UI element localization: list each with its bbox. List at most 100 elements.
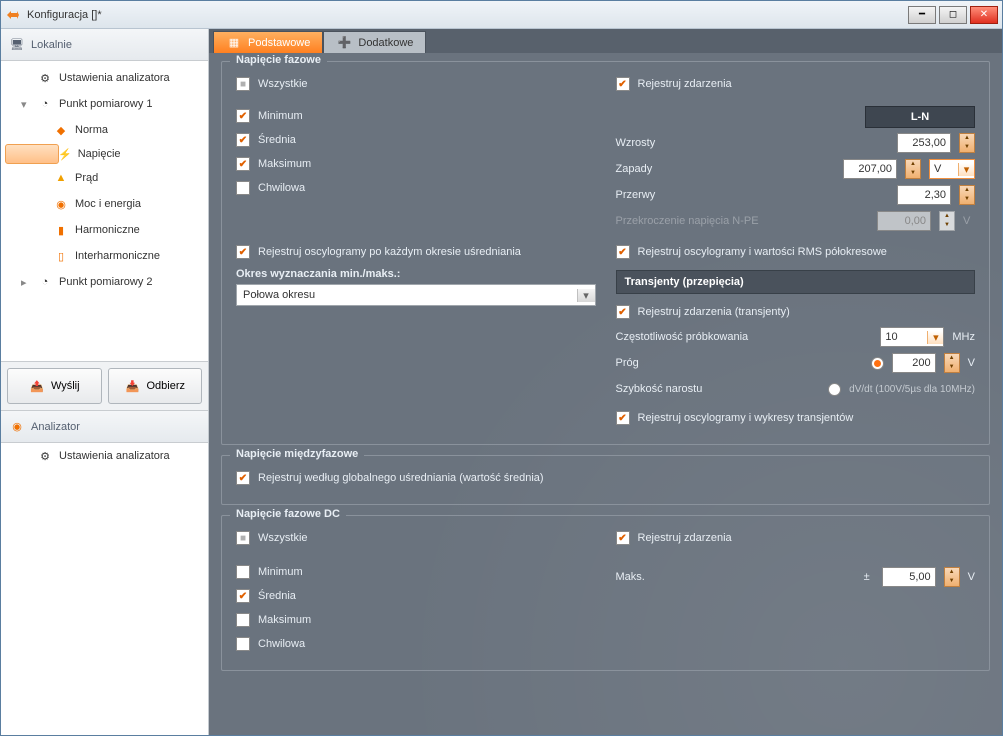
minimize-button[interactable]: ━ [908,6,936,24]
spinner[interactable]: ▲▼ [944,567,960,587]
tree-norma[interactable]: ◆ Norma [1,117,208,143]
radio-prog[interactable] [871,357,884,370]
group-legend: Napięcie międzyfazowe [230,448,364,460]
chk-minimum[interactable]: ✔ Minimum [236,104,596,128]
analyzer-header: ◉ Analizator [1,411,208,443]
tree-label: Harmoniczne [75,224,140,236]
spinner[interactable]: ▲▼ [905,159,921,179]
col-left: ■ Wszystkie ✔ Minimum ✔ Średnia [236,72,596,430]
tree-moc[interactable]: ◉ Moc i energia [1,191,208,217]
dc-chk-wszystkie[interactable]: ■ Wszystkie [236,526,596,550]
maximize-button[interactable]: ◻ [939,6,967,24]
checkbox-icon: ✔ [616,411,630,425]
group-miedzy: Napięcie międzyfazowe ✔ Rejestruj według… [221,455,990,505]
tree-pp1[interactable]: ▾ ◔ Punkt pomiarowy 1 [1,91,208,117]
przerwy-input[interactable] [897,185,951,205]
receive-icon: 📥 [124,378,140,394]
dc-col-right: ✔ Rejestruj zdarzenia Maks. ± ▲▼ V [616,526,976,656]
local-icon: 🖥 [9,37,25,53]
chk-rej-osc-rms[interactable]: ✔ Rejestruj oscylogramy i wartości RMS p… [616,240,976,264]
group-fazowe: Napięcie fazowe ■ Wszystkie ✔ Minimum [221,61,990,445]
chk-maksimum[interactable]: ✔ Maksimum [236,152,596,176]
chk-rej-global[interactable]: ✔ Rejestruj według globalnego uśredniani… [236,466,975,490]
unit-label: V [968,357,975,369]
send-button[interactable]: 📤 Wyślij [7,368,102,404]
harmonics-icon: ▮ [53,222,69,238]
tab-basic[interactable]: ▦ Podstawowe [213,31,323,53]
tree-label: Ustawienia analizatora [59,450,170,462]
app-window: Konfiguracja []* ━ ◻ ✕ 🖥 Lokalnie ⚙ Usta… [0,0,1003,736]
window-title: Konfiguracja []* [27,9,908,21]
chk-rej-osc-usr[interactable]: ✔ Rejestruj oscylogramy po każdym okresi… [236,240,596,264]
tree-prad[interactable]: ▲ Prąd [1,165,208,191]
checkbox-icon: ✔ [616,305,630,319]
row-label: Maks. [616,571,852,583]
receive-button[interactable]: 📥 Odbierz [108,368,203,404]
tree-napiecie[interactable]: ⚡ Napięcie [5,144,59,164]
checkbox-icon: ✔ [236,133,250,147]
chk-rej-trans[interactable]: ✔ Rejestruj zdarzenia (transjenty) [616,300,976,324]
chk-rej-osc-trans[interactable]: ✔ Rejestruj oscylogramy i wykresy transj… [616,406,976,430]
close-button[interactable]: ✕ [970,6,998,24]
group-legend: Napięcie fazowe [230,54,327,66]
row-npe: Przekroczenie napięcia N-PE ▲▼ V [616,208,976,234]
dc-chk-rej-zdarz[interactable]: ✔ Rejestruj zdarzenia [616,526,976,550]
wzrosty-input[interactable] [897,133,951,153]
local-header: 🖥 Lokalnie [1,29,208,61]
spinner[interactable]: ▲▼ [944,353,960,373]
tab-extra[interactable]: ➕ Dodatkowe [323,31,426,53]
chk-chwilowa[interactable]: Chwilowa [236,176,596,200]
dc-chk-srednia[interactable]: ✔ Średnia [236,584,596,608]
body: 🖥 Lokalnie ⚙ Ustawienia analizatora ▾ ◔ … [1,29,1002,735]
chk-label: Rejestruj oscylogramy i wartości RMS pół… [638,246,887,258]
chk-label: Rejestruj oscylogramy po każdym okresie … [258,246,521,258]
checkbox-icon: ■ [236,531,250,545]
chk-label: Wszystkie [258,532,308,544]
zapady-input[interactable] [843,159,897,179]
czest-select[interactable]: 10▾ [880,327,944,347]
chk-srednia[interactable]: ✔ Średnia [236,128,596,152]
radio-szyb[interactable] [828,383,841,396]
local-header-label: Lokalnie [31,39,72,51]
chevron-down-icon[interactable]: ▾ [21,98,31,111]
sidebar: 🖥 Lokalnie ⚙ Ustawienia analizatora ▾ ◔ … [1,29,209,735]
content: Napięcie fazowe ■ Wszystkie ✔ Minimum [209,53,1002,735]
row-label: Zapady [616,163,836,175]
tree-label: Punkt pomiarowy 1 [59,98,153,110]
tree-ustawienia[interactable]: ⚙ Ustawienia analizatora [1,65,208,91]
dc-maks-input[interactable] [882,567,936,587]
okres-dropdown[interactable]: Połowa okresu ▾ [236,284,596,306]
gear-icon: ⚙ [37,70,53,86]
col-right: ✔ Rejestruj zdarzenia L-N Wzrosty [616,72,976,430]
checkbox-icon: ✔ [236,245,250,259]
tree-interharm[interactable]: ▯ Interharmoniczne [1,243,208,269]
chk-wszystkie[interactable]: ■ Wszystkie [236,72,596,96]
tree-label: Moc i energia [75,198,141,210]
dc-col-left: ■ Wszystkie Minimum ✔ Średnia [236,526,596,656]
unit-select[interactable]: V▾ [929,159,975,179]
window-buttons: ━ ◻ ✕ [908,6,998,24]
row-label: Częstotliwość próbkowania [616,331,873,343]
analyzer-header-label: Analizator [31,421,80,433]
tab-label: Podstawowe [248,37,310,49]
unit-label: V [963,215,975,227]
chk-rej-zdarzenia[interactable]: ✔ Rejestruj zdarzenia [616,72,976,96]
tree-pp2[interactable]: ▸ ◔ Punkt pomiarowy 2 [1,269,208,295]
prog-input[interactable] [892,353,936,373]
tree-harm[interactable]: ▮ Harmoniczne [1,217,208,243]
tree-ustawienia2[interactable]: ⚙ Ustawienia analizatora [1,443,208,469]
chevron-right-icon[interactable]: ▸ [21,276,31,289]
norma-icon: ◆ [53,122,69,138]
spinner[interactable]: ▲▼ [959,133,975,153]
spinner[interactable]: ▲▼ [959,185,975,205]
dropdown-value: Połowa okresu [237,289,577,301]
analyzer-icon: ◉ [9,419,25,435]
dc-chk-minimum[interactable]: Minimum [236,560,596,584]
tab-icon: ➕ [336,35,352,51]
dc-chk-maksimum[interactable]: Maksimum [236,608,596,632]
spinner: ▲▼ [939,211,955,231]
unit-label: MHz [952,331,975,343]
power-icon: ◉ [53,196,69,212]
okres-label: Okres wyznaczania min./maks.: [236,268,596,280]
dc-chk-chwilowa[interactable]: Chwilowa [236,632,596,656]
